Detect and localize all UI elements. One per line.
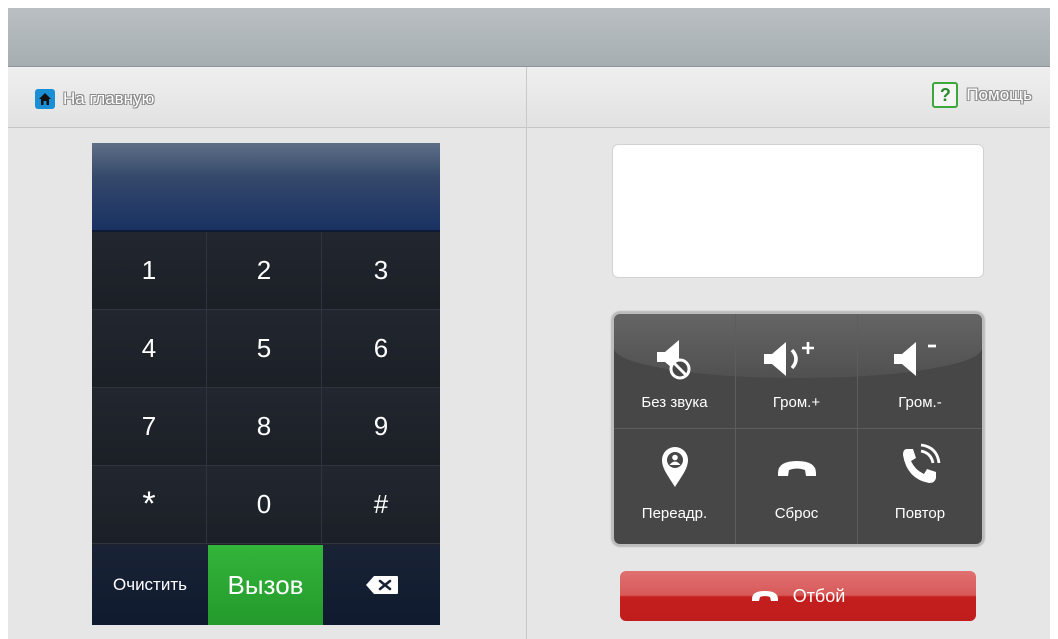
home-icon	[35, 89, 55, 109]
call-controls: Без звука Гром.+ Гром.- Переадр. Сброс П…	[612, 312, 984, 546]
number-display	[612, 144, 984, 278]
key-5[interactable]: 5	[207, 310, 322, 388]
nav-bar: На главную ? Помощь	[8, 67, 1050, 128]
mute-button[interactable]: Без звука	[614, 314, 736, 429]
forward-label: Переадр.	[641, 505, 708, 522]
key-8[interactable]: 8	[207, 388, 322, 466]
reset-button[interactable]: Сброс	[736, 429, 858, 544]
help-icon: ?	[932, 82, 959, 108]
key-2[interactable]: 2	[207, 232, 322, 310]
key-4[interactable]: 4	[92, 310, 207, 388]
dial-keypad: 1 2 3 4 5 6 7 8 9 * 0 # Очистить Вызов	[92, 143, 440, 625]
phone-reset-icon	[777, 461, 816, 476]
forward-button[interactable]: Переадр.	[614, 429, 736, 544]
redial-button[interactable]: Повтор	[858, 429, 982, 544]
key-9[interactable]: 9	[322, 388, 440, 466]
top-bar	[8, 8, 1050, 67]
key-3[interactable]: 3	[322, 232, 440, 310]
home-label: На главную	[63, 89, 155, 108]
mute-label: Без звука	[641, 394, 708, 411]
volume-up-label: Гром.+	[772, 394, 821, 411]
hangup-button[interactable]: Отбой	[620, 571, 976, 621]
backspace-button[interactable]	[323, 545, 440, 625]
key-hash[interactable]: #	[322, 466, 440, 544]
screen: На главную ? Помощь 1 2 3 4 5 6 7 8 9 * …	[8, 8, 1050, 639]
volume-down-button[interactable]: Гром.-	[858, 314, 982, 429]
hangup-label: Отбой	[792, 585, 846, 606]
volume-up-button[interactable]: Гром.+	[736, 314, 858, 429]
key-star[interactable]: *	[92, 466, 207, 544]
phone-hangup-icon	[751, 589, 779, 603]
phone-redial-icon	[903, 443, 941, 483]
call-button[interactable]: Вызов	[208, 545, 323, 625]
reset-label: Сброс	[774, 505, 819, 522]
volume-up-icon	[763, 342, 814, 376]
help-button[interactable]: ? Помощь	[932, 82, 1032, 108]
volume-down-label: Гром.-	[898, 394, 942, 411]
key-0[interactable]: 0	[207, 466, 322, 544]
key-1[interactable]: 1	[92, 232, 207, 310]
clear-button[interactable]: Очистить	[92, 545, 208, 625]
help-label: Помощь	[966, 85, 1032, 104]
mute-icon	[656, 340, 690, 380]
key-6[interactable]: 6	[322, 310, 440, 388]
backspace-icon	[365, 576, 398, 594]
key-7[interactable]: 7	[92, 388, 207, 466]
dial-display	[92, 143, 440, 232]
redial-label: Повтор	[894, 505, 946, 522]
home-button[interactable]: На главную	[35, 89, 154, 109]
panel-divider	[526, 67, 527, 639]
forward-location-icon	[661, 447, 688, 487]
volume-down-icon	[894, 342, 936, 376]
